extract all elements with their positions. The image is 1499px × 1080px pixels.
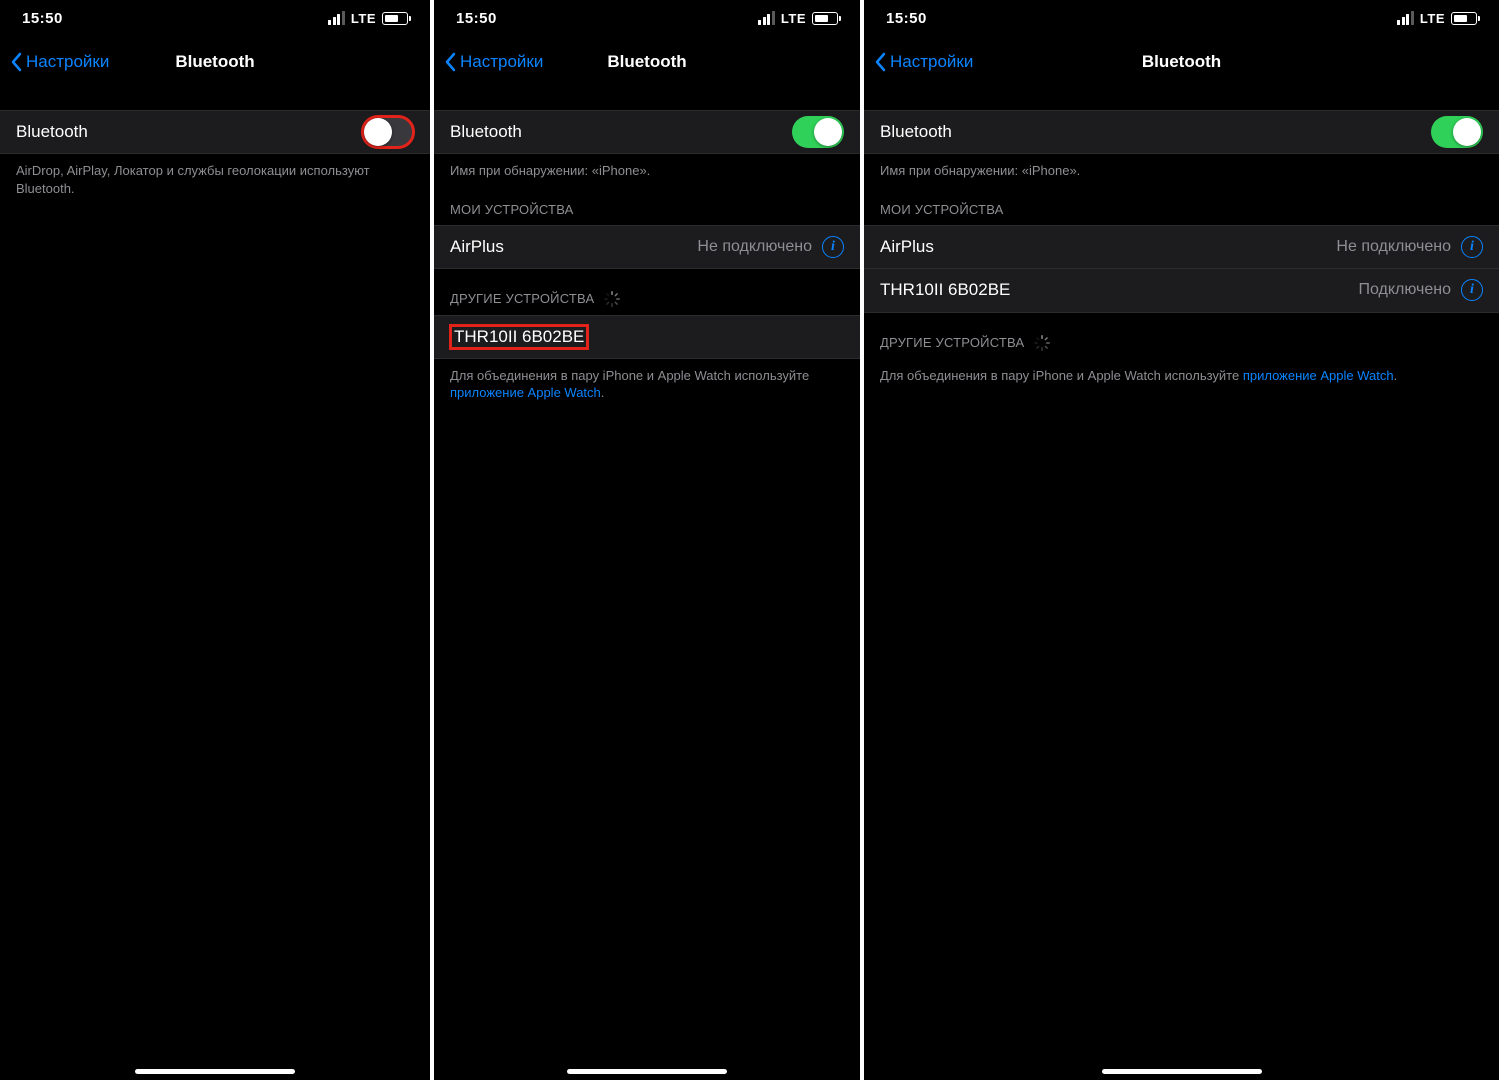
- status-bar: 15:50 LTE: [0, 0, 430, 36]
- carrier-label: LTE: [781, 11, 806, 26]
- other-devices-label: ДРУГИЕ УСТРОЙСТВА: [880, 335, 1024, 350]
- device-name: AirPlus: [450, 237, 504, 257]
- home-indicator[interactable]: [1102, 1069, 1262, 1074]
- toggle-label: Bluetooth: [16, 122, 88, 142]
- device-airplus[interactable]: AirPlus Не подключено i: [864, 225, 1499, 269]
- other-devices-label: ДРУГИЕ УСТРОЙСТВА: [450, 291, 594, 306]
- pairing-note-text-b: .: [1394, 368, 1398, 383]
- back-label: Настройки: [26, 52, 109, 72]
- content-area: Bluetooth AirDrop, AirPlay, Локатор и сл…: [0, 88, 430, 1080]
- status-bar: 15:50 LTE: [434, 0, 860, 36]
- bluetooth-toggle-row[interactable]: Bluetooth: [434, 110, 860, 154]
- discovery-note: Имя при обнаружении: «iPhone».: [434, 154, 860, 180]
- back-label: Настройки: [460, 52, 543, 72]
- signal-icon: [328, 11, 345, 25]
- content-area: Bluetooth Имя при обнаружении: «iPhone».…: [864, 88, 1499, 1080]
- battery-icon: [382, 12, 408, 25]
- chevron-left-icon: [874, 52, 886, 72]
- toggle-label: Bluetooth: [450, 122, 522, 142]
- device-name: THR10II 6B02BE: [880, 280, 1010, 300]
- discovery-note: Имя при обнаружении: «iPhone».: [864, 154, 1499, 180]
- apple-watch-link[interactable]: приложение Apple Watch: [1243, 368, 1394, 383]
- pairing-note: Для объединения в пару iPhone и Apple Wa…: [434, 359, 860, 402]
- pairing-note-text-b: .: [601, 385, 605, 400]
- back-label: Настройки: [890, 52, 973, 72]
- back-button[interactable]: Настройки: [444, 52, 543, 72]
- phone-screen-2: 15:50 LTE Настройки Bluetooth Bluetooth …: [430, 0, 860, 1080]
- status-right: LTE: [1397, 11, 1477, 26]
- bluetooth-off-note: AirDrop, AirPlay, Локатор и службы геоло…: [0, 154, 430, 197]
- pairing-note-text-a: Для объединения в пару iPhone и Apple Wa…: [450, 368, 809, 383]
- phone-screen-1: 15:50 LTE Настройки Bluetooth Bluetooth …: [0, 0, 430, 1080]
- nav-title: Bluetooth: [607, 52, 686, 72]
- device-thr[interactable]: THR10II 6B02BE Подключено i: [864, 269, 1499, 313]
- status-time: 15:50: [22, 10, 63, 27]
- bluetooth-toggle-row[interactable]: Bluetooth: [0, 110, 430, 154]
- carrier-label: LTE: [351, 11, 376, 26]
- back-button[interactable]: Настройки: [874, 52, 973, 72]
- battery-icon: [1451, 12, 1477, 25]
- status-right: LTE: [758, 11, 838, 26]
- info-icon[interactable]: i: [822, 236, 844, 258]
- phone-screen-3: 15:50 LTE Настройки Bluetooth Bluetooth …: [860, 0, 1499, 1080]
- device-thr[interactable]: THR10II 6B02BE: [434, 315, 860, 359]
- nav-bar: Настройки Bluetooth: [0, 36, 430, 88]
- spinner-icon: [604, 291, 620, 307]
- other-devices-header: ДРУГИЕ УСТРОЙСТВА: [864, 313, 1499, 359]
- device-status: Подключено: [1358, 281, 1451, 299]
- status-time: 15:50: [886, 10, 927, 27]
- apple-watch-link[interactable]: приложение Apple Watch: [450, 385, 601, 400]
- device-airplus[interactable]: AirPlus Не подключено i: [434, 225, 860, 269]
- signal-icon: [758, 11, 775, 25]
- device-name: THR10II 6B02BE: [450, 325, 588, 349]
- nav-title: Bluetooth: [175, 52, 254, 72]
- status-time: 15:50: [456, 10, 497, 27]
- device-status: Не подключено: [1336, 238, 1451, 256]
- bluetooth-toggle-row[interactable]: Bluetooth: [864, 110, 1499, 154]
- pairing-note: Для объединения в пару iPhone и Apple Wa…: [864, 359, 1499, 385]
- info-icon[interactable]: i: [1461, 279, 1483, 301]
- bluetooth-switch[interactable]: [362, 116, 414, 148]
- spinner-icon: [1034, 335, 1050, 351]
- device-status: Не подключено: [697, 238, 812, 256]
- status-right: LTE: [328, 11, 408, 26]
- content-area: Bluetooth Имя при обнаружении: «iPhone».…: [434, 88, 860, 1080]
- chevron-left-icon: [444, 52, 456, 72]
- info-icon[interactable]: i: [1461, 236, 1483, 258]
- my-devices-header: МОИ УСТРОЙСТВА: [434, 180, 860, 225]
- nav-bar: Настройки Bluetooth: [434, 36, 860, 88]
- home-indicator[interactable]: [135, 1069, 295, 1074]
- bluetooth-switch[interactable]: [1431, 116, 1483, 148]
- back-button[interactable]: Настройки: [10, 52, 109, 72]
- carrier-label: LTE: [1420, 11, 1445, 26]
- signal-icon: [1397, 11, 1414, 25]
- chevron-left-icon: [10, 52, 22, 72]
- status-bar: 15:50 LTE: [864, 0, 1499, 36]
- bluetooth-switch[interactable]: [792, 116, 844, 148]
- other-devices-header: ДРУГИЕ УСТРОЙСТВА: [434, 269, 860, 315]
- home-indicator[interactable]: [567, 1069, 727, 1074]
- my-devices-header: МОИ УСТРОЙСТВА: [864, 180, 1499, 225]
- toggle-label: Bluetooth: [880, 122, 952, 142]
- nav-title: Bluetooth: [1142, 52, 1221, 72]
- device-name: AirPlus: [880, 237, 934, 257]
- battery-icon: [812, 12, 838, 25]
- nav-bar: Настройки Bluetooth: [864, 36, 1499, 88]
- pairing-note-text-a: Для объединения в пару iPhone и Apple Wa…: [880, 368, 1243, 383]
